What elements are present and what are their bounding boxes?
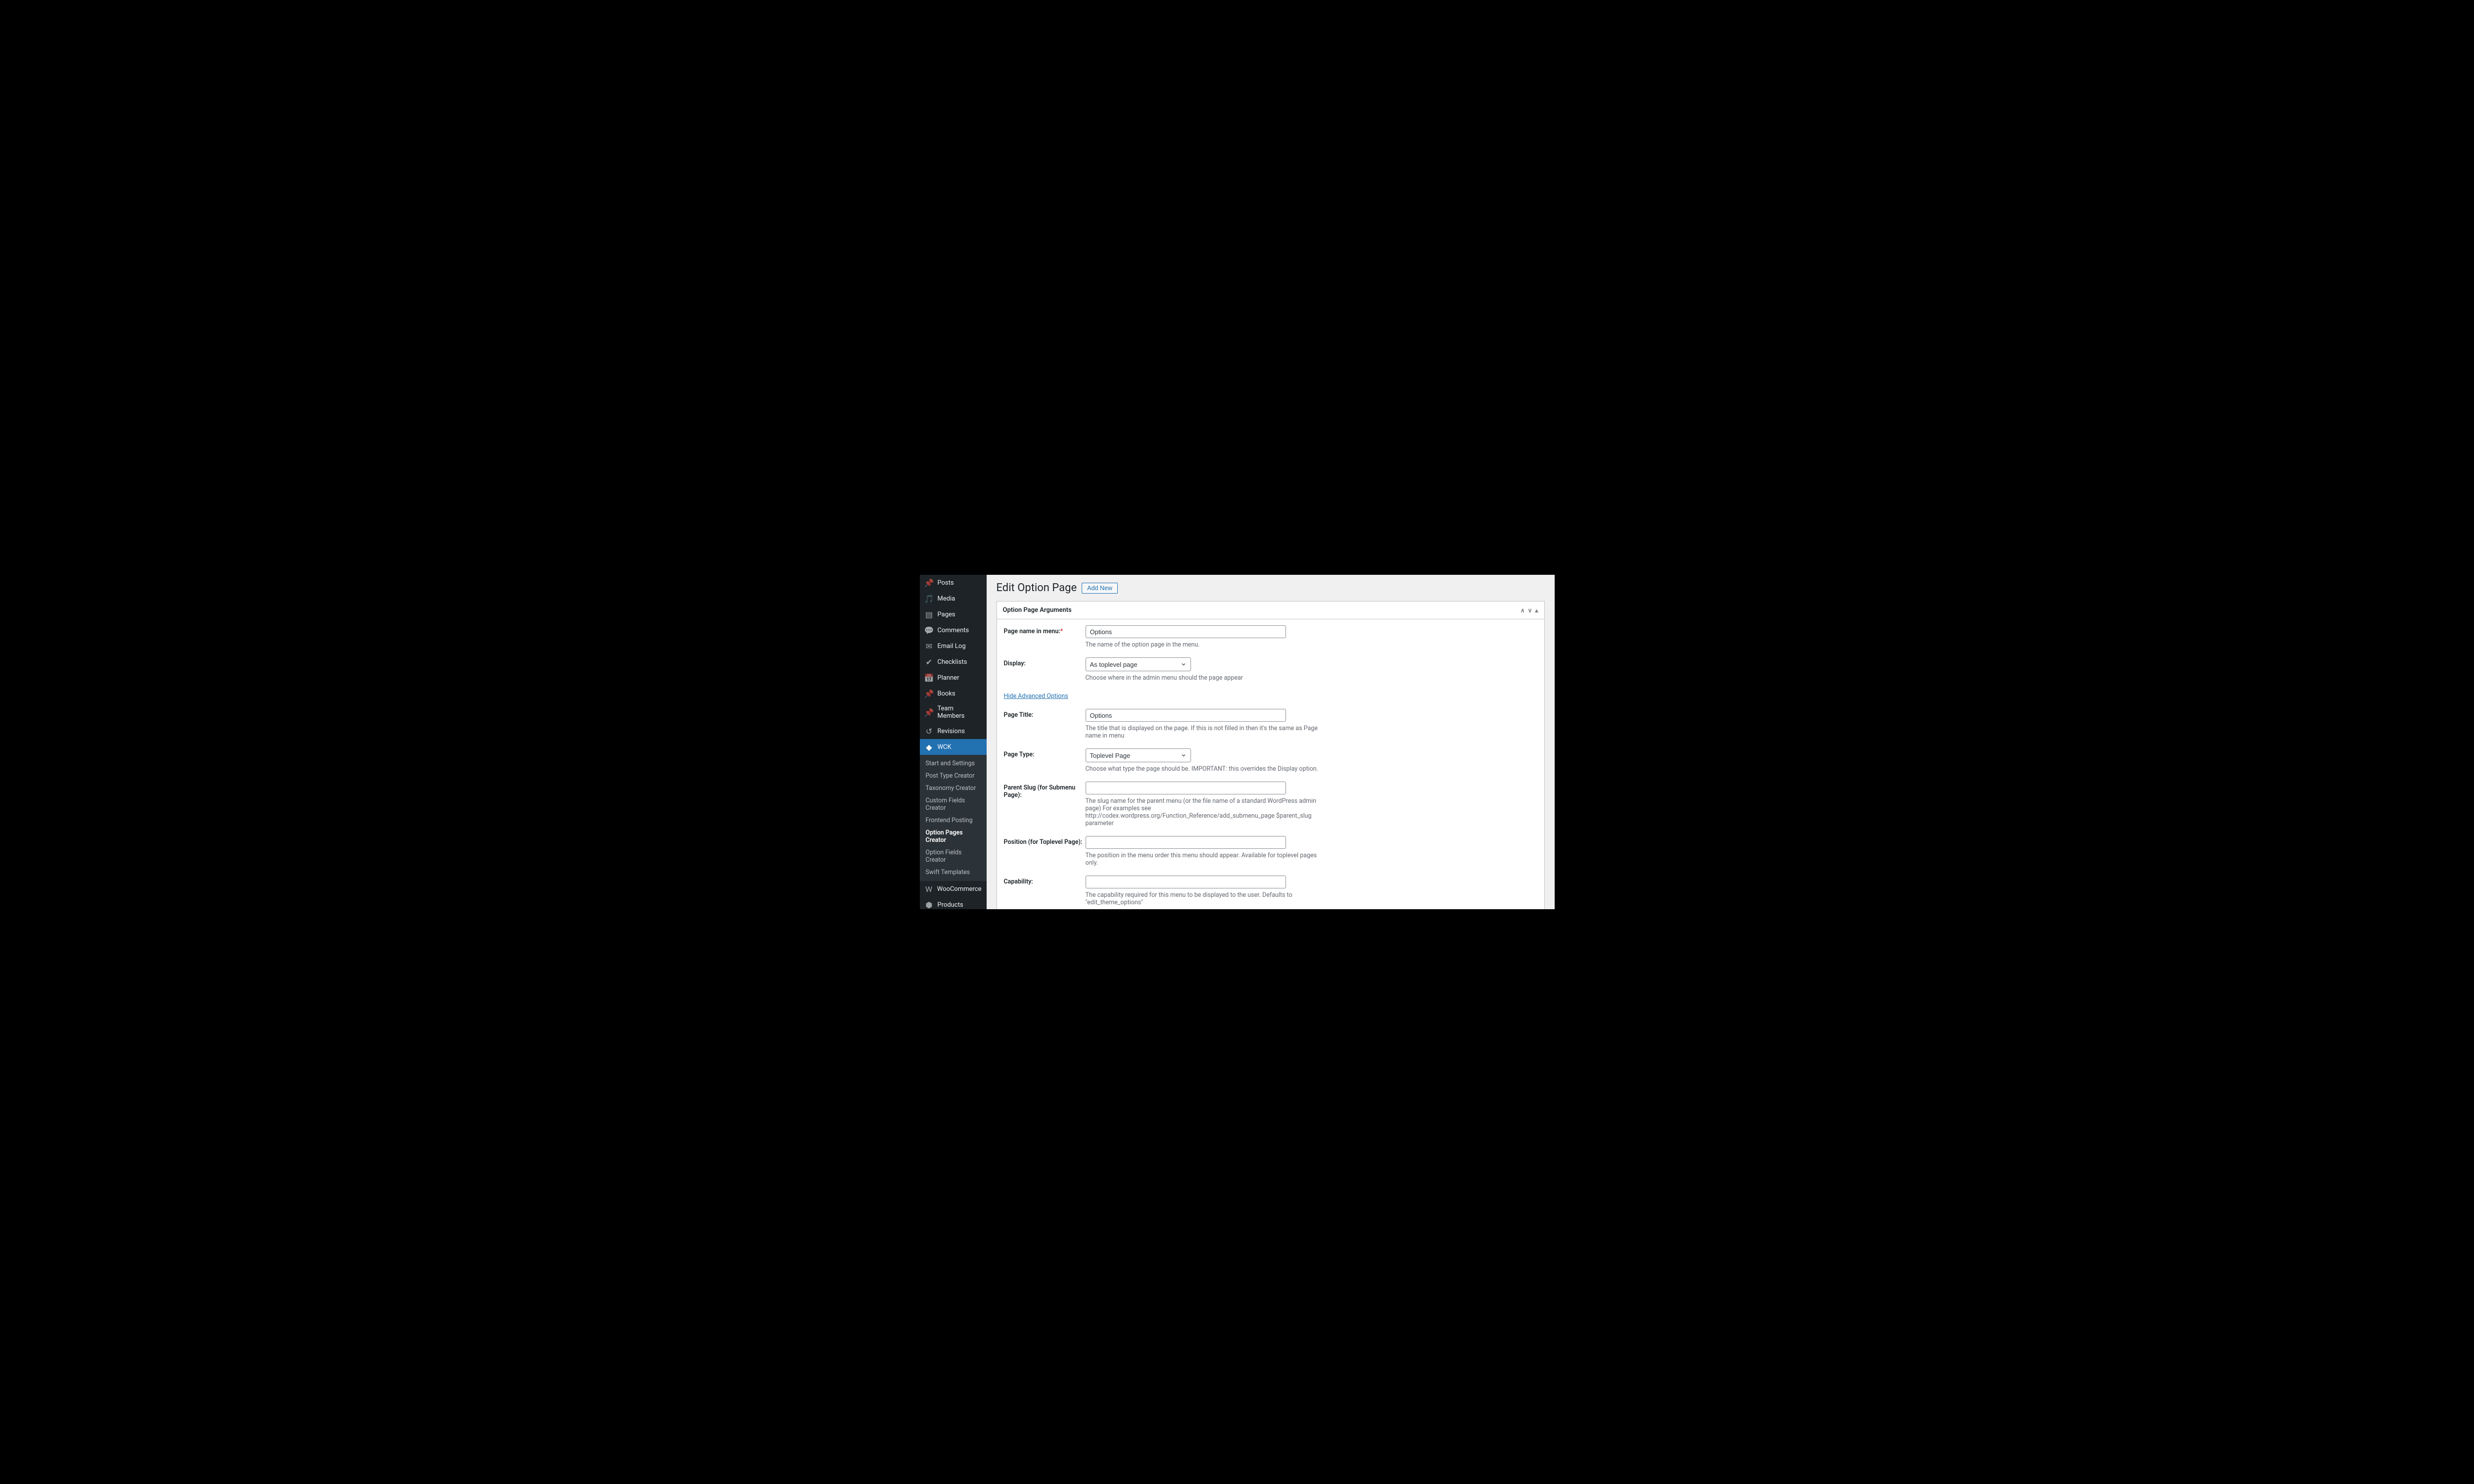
arguments-panel-header: Option Page Arguments ∧ ∨ ▴ bbox=[997, 602, 1544, 619]
comment-icon: 💬 bbox=[925, 626, 934, 635]
sidebar-item-checklists[interactable]: ✔ Checklists bbox=[920, 654, 987, 670]
revision-icon: ↺ bbox=[925, 727, 934, 736]
row-capability: Capability: The capability required for … bbox=[1004, 876, 1537, 906]
help-page-type: Choose what type the page should be. IMP… bbox=[1086, 765, 1323, 773]
sidebar-item-media[interactable]: 🎵 Media bbox=[920, 591, 987, 606]
help-capability: The capability required for this menu to… bbox=[1086, 891, 1323, 906]
woo-icon: W bbox=[925, 884, 933, 893]
submenu-option-fields-creator[interactable]: Option Fields Creator bbox=[920, 846, 987, 866]
sidebar-label: WCK bbox=[938, 743, 952, 751]
row-parent-slug: Parent Slug (for Submenu Page): The slug… bbox=[1004, 782, 1537, 827]
sidebar-label: Checklists bbox=[938, 658, 967, 666]
mail-icon: ✉ bbox=[925, 642, 934, 650]
help-page-title: The title that is displayed on the page.… bbox=[1086, 725, 1323, 740]
input-capability[interactable] bbox=[1086, 876, 1286, 888]
wck-submenu: Start and Settings Post Type Creator Tax… bbox=[920, 755, 987, 881]
sidebar-item-products[interactable]: ⬢ Products bbox=[920, 897, 987, 909]
input-parent-slug[interactable] bbox=[1086, 782, 1286, 794]
label-position: Position (for Toplevel Page): bbox=[1004, 836, 1086, 867]
row-page-type: Page Type: Toplevel Page Choose what typ… bbox=[1004, 748, 1537, 773]
check-icon: ✔ bbox=[925, 657, 934, 666]
label-parent-slug: Parent Slug (for Submenu Page): bbox=[1004, 782, 1086, 827]
arguments-panel-body: Page name in menu:* The name of the opti… bbox=[997, 619, 1544, 909]
pin-icon: 📌 bbox=[925, 689, 934, 698]
label-page-type: Page Type: bbox=[1004, 748, 1086, 773]
select-display[interactable]: As toplevel page bbox=[1086, 657, 1191, 671]
sidebar-item-books[interactable]: 📌 Books bbox=[920, 686, 987, 701]
add-new-button[interactable]: Add New bbox=[1082, 583, 1118, 594]
main-column: Edit Option Page Add New Option Page Arg… bbox=[997, 582, 1545, 909]
row-page-name: Page name in menu:* The name of the opti… bbox=[1004, 625, 1537, 649]
label-display: Display: bbox=[1004, 657, 1086, 682]
panel-header-controls: ∧ ∨ ▴ bbox=[1521, 607, 1538, 614]
submenu-swift-templates[interactable]: Swift Templates bbox=[920, 866, 987, 879]
help-position: The position in the menu order this menu… bbox=[1086, 852, 1323, 867]
calendar-icon: 📅 bbox=[925, 673, 934, 682]
sidebar-item-posts[interactable]: 📌 Posts bbox=[920, 575, 987, 591]
submenu-start-settings[interactable]: Start and Settings bbox=[920, 757, 987, 770]
label-page-name: Page name in menu:* bbox=[1004, 625, 1086, 649]
sidebar-label: Planner bbox=[938, 674, 959, 682]
panel-title: Option Page Arguments bbox=[1003, 606, 1072, 614]
toggle-panel-icon[interactable]: ▴ bbox=[1535, 607, 1538, 614]
wck-icon: ◆ bbox=[925, 742, 934, 751]
sidebar-item-wck[interactable]: ◆ WCK bbox=[920, 739, 987, 755]
help-page-name: The name of the option page in the menu. bbox=[1086, 641, 1323, 649]
media-icon: 🎵 bbox=[925, 594, 934, 603]
sidebar-label: Posts bbox=[938, 579, 954, 587]
sidebar-item-revisions[interactable]: ↺ Revisions bbox=[920, 723, 987, 739]
sidebar-item-pages[interactable]: ▤ Pages bbox=[920, 606, 987, 622]
submenu-taxonomy-creator[interactable]: Taxonomy Creator bbox=[920, 782, 987, 794]
input-page-title[interactable] bbox=[1086, 709, 1286, 722]
select-page-type[interactable]: Toplevel Page bbox=[1086, 748, 1191, 762]
page-header: Edit Option Page Add New bbox=[997, 582, 1545, 594]
page-title: Edit Option Page bbox=[997, 582, 1077, 594]
pin-icon: 📌 bbox=[925, 708, 934, 717]
sidebar-item-team-members[interactable]: 📌 Team Members bbox=[920, 701, 987, 723]
content-area: Edit Option Page Add New Option Page Arg… bbox=[987, 575, 1555, 909]
submenu-custom-fields-creator[interactable]: Custom Fields Creator bbox=[920, 794, 987, 814]
app-viewport: 📌 Posts 🎵 Media ▤ Pages 💬 Comments ✉ Email Lo… bbox=[920, 575, 1555, 909]
input-position[interactable] bbox=[1086, 836, 1286, 849]
sidebar-label: Comments bbox=[938, 627, 969, 634]
sidebar-item-woocommerce[interactable]: W WooCommerce bbox=[920, 881, 987, 897]
label-capability: Capability: bbox=[1004, 876, 1086, 906]
sidebar-label: Email Log bbox=[938, 643, 966, 650]
sidebar-label: Revisions bbox=[938, 728, 965, 735]
sidebar-label: Team Members bbox=[938, 705, 982, 720]
row-position: Position (for Toplevel Page): The positi… bbox=[1004, 836, 1537, 867]
sidebar-label: Pages bbox=[938, 611, 955, 618]
sidebar-label: WooCommerce bbox=[937, 885, 982, 893]
submenu-option-pages-creator[interactable]: Option Pages Creator bbox=[920, 827, 987, 846]
help-parent-slug: The slug name for the parent menu (or th… bbox=[1086, 797, 1323, 827]
sidebar-item-planner[interactable]: 📅 Planner bbox=[920, 670, 987, 686]
submenu-post-type-creator[interactable]: Post Type Creator bbox=[920, 770, 987, 782]
product-icon: ⬢ bbox=[925, 900, 934, 909]
input-page-name[interactable] bbox=[1086, 625, 1286, 638]
arguments-panel: Option Page Arguments ∧ ∨ ▴ Page name in… bbox=[997, 601, 1545, 909]
submenu-frontend-posting[interactable]: Frontend Posting bbox=[920, 814, 987, 827]
help-display: Choose where in the admin menu should th… bbox=[1086, 674, 1323, 682]
move-up-icon[interactable]: ∧ bbox=[1521, 607, 1525, 614]
row-page-title: Page Title: The title that is displayed … bbox=[1004, 709, 1537, 740]
admin-sidebar: 📌 Posts 🎵 Media ▤ Pages 💬 Comments ✉ Email Lo… bbox=[920, 575, 987, 909]
sidebar-label: Media bbox=[938, 595, 955, 603]
sidebar-item-comments[interactable]: 💬 Comments bbox=[920, 622, 987, 638]
sidebar-label: Products bbox=[938, 901, 963, 909]
sidebar-item-email-log[interactable]: ✉ Email Log bbox=[920, 638, 987, 654]
pin-icon: 📌 bbox=[925, 578, 934, 587]
pages-icon: ▤ bbox=[925, 610, 934, 619]
row-display: Display: As toplevel page Choose where i… bbox=[1004, 657, 1537, 682]
advanced-options-toggle[interactable]: Hide Advanced Options bbox=[1004, 693, 1068, 700]
label-page-title: Page Title: bbox=[1004, 709, 1086, 740]
sidebar-label: Books bbox=[938, 690, 955, 697]
move-down-icon[interactable]: ∨ bbox=[1528, 607, 1532, 614]
